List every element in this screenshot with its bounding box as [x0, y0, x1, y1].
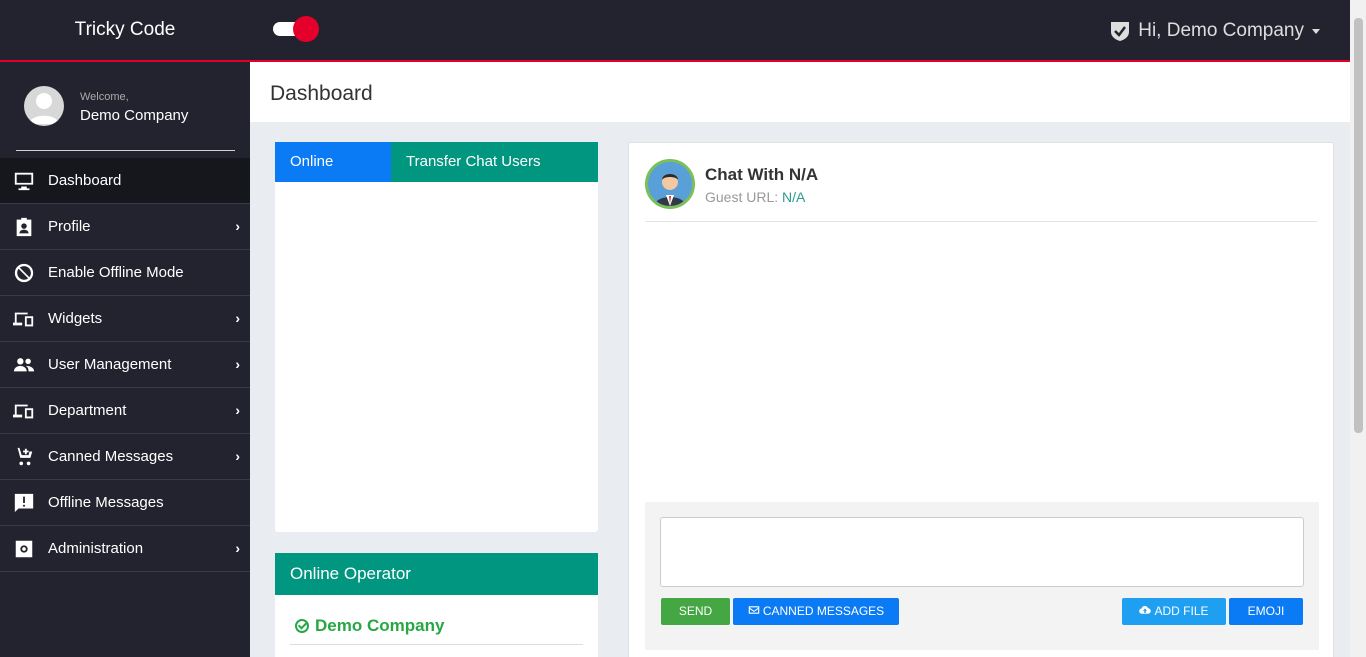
- user-menu[interactable]: Hi, Demo Company: [1110, 18, 1320, 44]
- sidebar-item-offline-messages[interactable]: Offline Messages: [0, 480, 250, 526]
- emoji-button[interactable]: EMOJI: [1229, 598, 1303, 625]
- badge-icon: [0, 216, 48, 238]
- guest-url: Guest URL: N/A: [705, 189, 805, 205]
- sidebar-item-canned-messages[interactable]: Canned Messages ›: [0, 434, 250, 480]
- sidebar-item-label: Department: [48, 402, 127, 419]
- devices-icon: [0, 400, 48, 422]
- send-button[interactable]: SEND: [661, 598, 730, 625]
- sidebar-item-label: Canned Messages: [48, 448, 174, 465]
- scrollbar-thumb[interactable]: [1354, 18, 1363, 433]
- chevron-right-icon: ›: [235, 540, 240, 556]
- check-circle-icon: [295, 618, 309, 633]
- caret-down-icon: [1312, 28, 1320, 34]
- sidebar: Welcome, Demo Company Dashboard Profile …: [0, 62, 250, 657]
- monitor-icon: [0, 170, 48, 192]
- toggle-knob: [293, 16, 319, 42]
- settings-icon: [0, 538, 48, 560]
- envelope-icon: [748, 606, 760, 614]
- feedback-icon: [0, 492, 48, 514]
- sidebar-item-label: Offline Messages: [48, 494, 164, 511]
- people-icon: [0, 354, 48, 376]
- sidebar-item-label: Profile: [48, 218, 91, 235]
- operator-item[interactable]: Demo Company: [290, 607, 583, 645]
- sidebar-item-label: Widgets: [48, 310, 103, 327]
- shield-check-icon: [1111, 22, 1130, 41]
- top-navbar: Tricky Code Hi, Demo Company: [0, 0, 1350, 62]
- sidebar-item-label: User Management: [48, 356, 172, 373]
- chevron-right-icon: ›: [235, 402, 240, 418]
- sidebar-item-enable-offline-mode[interactable]: Enable Offline Mode: [0, 250, 250, 296]
- sidebar-item-department[interactable]: Department ›: [0, 388, 250, 434]
- canned-messages-label: CANNED MESSAGES: [762, 604, 885, 618]
- profile-divider: [16, 150, 235, 151]
- brand-logo[interactable]: Tricky Code: [0, 0, 250, 60]
- guest-avatar: [645, 159, 695, 209]
- operator-name: Demo Company: [315, 615, 445, 635]
- message-input[interactable]: [660, 517, 1304, 587]
- chevron-right-icon: ›: [235, 448, 240, 464]
- add-file-button[interactable]: ADD FILE: [1122, 598, 1226, 625]
- block-icon: [0, 262, 48, 284]
- chat-divider: [645, 221, 1317, 222]
- compose-area: SEND CANNED MESSAGES ADD FILE EMOJI: [645, 502, 1319, 650]
- chevron-right-icon: ›: [235, 356, 240, 372]
- users-panel: Online Users Transfer Chat Users: [275, 142, 598, 532]
- sidebar-profile: Welcome, Demo Company: [0, 62, 250, 158]
- sidebar-item-label: Enable Offline Mode: [48, 264, 184, 281]
- user-greeting: Hi, Demo Company: [1138, 20, 1304, 41]
- sidebar-item-administration[interactable]: Administration ›: [0, 526, 250, 572]
- cart-icon: [0, 446, 48, 468]
- page-header: Dashboard: [250, 62, 1350, 122]
- sidebar-user-name: Demo Company: [80, 107, 189, 124]
- sidebar-item-label: Administration: [48, 540, 144, 557]
- add-file-label: ADD FILE: [1154, 604, 1209, 618]
- users-tabs: Online Users Transfer Chat Users: [275, 142, 598, 210]
- chevron-right-icon: ›: [235, 310, 240, 326]
- sidebar-item-widgets[interactable]: Widgets ›: [0, 296, 250, 342]
- chat-title: Chat With N/A: [705, 165, 819, 184]
- sidebar-item-user-management[interactable]: User Management ›: [0, 342, 250, 388]
- avatar: [24, 86, 64, 126]
- guest-url-label: Guest URL:: [705, 189, 779, 205]
- tab-online-users[interactable]: Online Users: [275, 142, 391, 210]
- chevron-right-icon: ›: [235, 218, 240, 234]
- welcome-label: Welcome,: [80, 91, 129, 103]
- canned-messages-button[interactable]: CANNED MESSAGES: [733, 598, 899, 625]
- sidebar-toggle[interactable]: [273, 16, 319, 42]
- chat-panel: Chat With N/A Guest URL: N/A SEND CANNED…: [628, 142, 1334, 657]
- page-scrollbar[interactable]: [1350, 0, 1366, 657]
- online-operator-panel: Online Operator Demo Company: [275, 553, 598, 657]
- page-title: Dashboard: [270, 82, 373, 105]
- devices-icon: [0, 308, 48, 330]
- online-operator-title: Online Operator: [275, 553, 598, 595]
- sidebar-item-profile[interactable]: Profile ›: [0, 204, 250, 250]
- cloud-upload-icon: [1139, 606, 1152, 614]
- tab-transfer-chat-users[interactable]: Transfer Chat Users: [391, 142, 598, 182]
- guest-url-value[interactable]: N/A: [782, 189, 805, 205]
- sidebar-item-label: Dashboard: [48, 172, 122, 189]
- sidebar-item-dashboard[interactable]: Dashboard: [0, 158, 250, 204]
